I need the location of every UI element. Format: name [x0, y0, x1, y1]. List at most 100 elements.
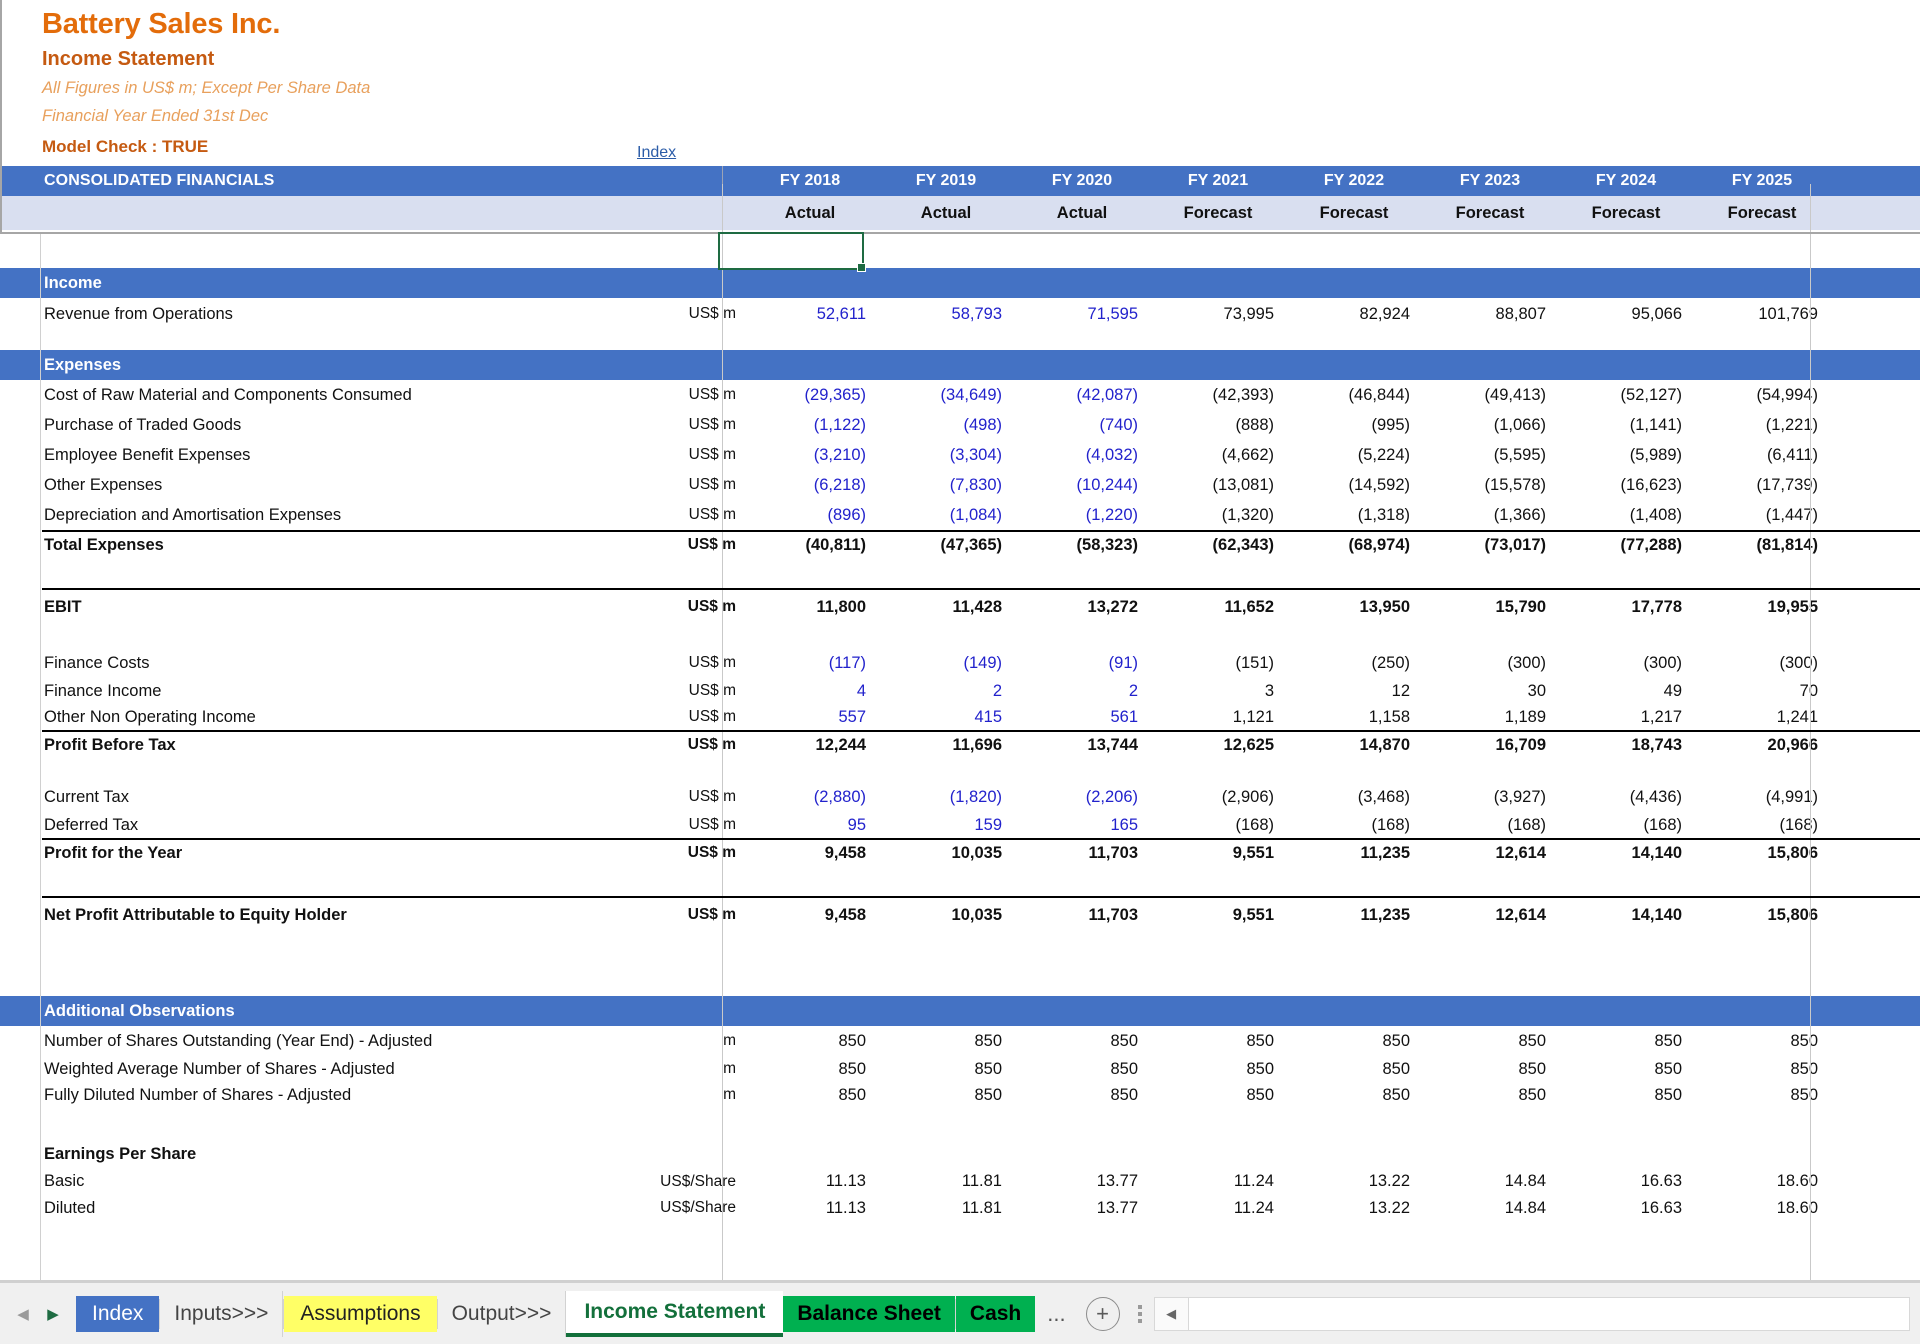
- cell[interactable]: (117): [742, 648, 878, 678]
- cell[interactable]: (5,224): [1286, 440, 1422, 470]
- row-net-profit-attributable[interactable]: Net Profit Attributable to Equity Holder…: [0, 896, 1920, 934]
- cell[interactable]: (58,323): [1014, 530, 1150, 560]
- cell[interactable]: (3,468): [1286, 782, 1422, 812]
- cell[interactable]: 18,743: [1558, 730, 1694, 760]
- cell[interactable]: 557: [742, 704, 878, 730]
- cell[interactable]: 850: [1558, 1082, 1694, 1108]
- cell[interactable]: (1,220): [1014, 500, 1150, 530]
- add-sheet-icon[interactable]: +: [1085, 1296, 1120, 1331]
- cell[interactable]: 82,924: [1286, 298, 1422, 330]
- cell[interactable]: 850: [1286, 1026, 1422, 1056]
- row-ebit[interactable]: EBIT US$ m 11,800 11,428 13,272 11,652 1…: [0, 588, 1920, 626]
- cell[interactable]: 13.77: [1014, 1195, 1150, 1221]
- cell[interactable]: 4: [742, 678, 878, 704]
- cell[interactable]: (888): [1150, 410, 1286, 440]
- cell[interactable]: (1,820): [878, 782, 1014, 812]
- cell[interactable]: 73,995: [1150, 298, 1286, 330]
- cell[interactable]: 11.81: [878, 1168, 1014, 1195]
- cell[interactable]: 850: [1286, 1082, 1422, 1108]
- cell[interactable]: (1,318): [1286, 500, 1422, 530]
- cell[interactable]: (168): [1558, 812, 1694, 838]
- cell[interactable]: (498): [878, 410, 1014, 440]
- cell[interactable]: 10,035: [878, 838, 1014, 868]
- row-purchase-of-traded-goods[interactable]: Purchase of Traded Goods US$ m (1,122) (…: [0, 410, 1920, 440]
- cell[interactable]: 2: [878, 678, 1014, 704]
- cell[interactable]: 3: [1150, 678, 1286, 704]
- cell[interactable]: (62,343): [1150, 530, 1286, 560]
- cell[interactable]: 11,800: [742, 588, 878, 626]
- cell[interactable]: (16,623): [1558, 470, 1694, 500]
- cell[interactable]: 14.84: [1422, 1168, 1558, 1195]
- cell[interactable]: (14,592): [1286, 470, 1422, 500]
- cell[interactable]: 11,235: [1286, 838, 1422, 868]
- cell[interactable]: (91): [1014, 648, 1150, 678]
- cell[interactable]: 15,790: [1422, 588, 1558, 626]
- cell[interactable]: (46,844): [1286, 380, 1422, 410]
- cell[interactable]: (29,365): [742, 380, 878, 410]
- cell[interactable]: 11.13: [742, 1195, 878, 1221]
- cell[interactable]: 1,121: [1150, 704, 1286, 730]
- cell[interactable]: (250): [1286, 648, 1422, 678]
- sheet-tab-index[interactable]: Index: [76, 1295, 160, 1332]
- cell[interactable]: 9,551: [1150, 896, 1286, 934]
- horizontal-scrollbar[interactable]: ◀: [1153, 1296, 1910, 1331]
- cell[interactable]: (3,304): [878, 440, 1014, 470]
- cell[interactable]: 850: [1150, 1056, 1286, 1082]
- cell[interactable]: 11,703: [1014, 838, 1150, 868]
- cell[interactable]: 1,158: [1286, 704, 1422, 730]
- cell[interactable]: 850: [1422, 1082, 1558, 1108]
- cell[interactable]: (52,127): [1558, 380, 1694, 410]
- cell[interactable]: 14,140: [1558, 838, 1694, 868]
- cell[interactable]: 11.24: [1150, 1168, 1286, 1195]
- cell[interactable]: 165: [1014, 812, 1150, 838]
- cell[interactable]: (3,210): [742, 440, 878, 470]
- cell[interactable]: 17,778: [1558, 588, 1694, 626]
- cell[interactable]: (1,066): [1422, 410, 1558, 440]
- cell[interactable]: (13,081): [1150, 470, 1286, 500]
- cell[interactable]: 850: [1558, 1026, 1694, 1056]
- cell[interactable]: 9,458: [742, 896, 878, 934]
- cell[interactable]: (1,141): [1558, 410, 1694, 440]
- cell[interactable]: (2,906): [1150, 782, 1286, 812]
- cell[interactable]: 850: [1014, 1026, 1150, 1056]
- cell[interactable]: 95: [742, 812, 878, 838]
- cell[interactable]: 13,950: [1286, 588, 1422, 626]
- cell[interactable]: (42,393): [1150, 380, 1286, 410]
- cell[interactable]: (5,989): [1558, 440, 1694, 470]
- cell[interactable]: (168): [1150, 812, 1286, 838]
- row-revenue-from-operations[interactable]: Revenue from Operations US$ m 52,611 58,…: [0, 298, 1920, 330]
- cell[interactable]: 9,458: [742, 838, 878, 868]
- cell[interactable]: (7,830): [878, 470, 1014, 500]
- cell[interactable]: 850: [1422, 1026, 1558, 1056]
- cell[interactable]: 12,614: [1422, 896, 1558, 934]
- cell[interactable]: 11.81: [878, 1195, 1014, 1221]
- row-profit-for-the-year[interactable]: Profit for the Year US$ m 9,458 10,035 1…: [0, 838, 1920, 868]
- sheet-tab-output[interactable]: Output>>>: [437, 1290, 567, 1337]
- row-finance-costs[interactable]: Finance Costs US$ m (117) (149) (91) (15…: [0, 648, 1920, 678]
- cell[interactable]: (1,408): [1558, 500, 1694, 530]
- cell[interactable]: (2,880): [742, 782, 878, 812]
- cell[interactable]: 2: [1014, 678, 1150, 704]
- cell[interactable]: (4,032): [1014, 440, 1150, 470]
- cell[interactable]: 16.63: [1558, 1168, 1694, 1195]
- cell[interactable]: (4,662): [1150, 440, 1286, 470]
- cell[interactable]: 850: [878, 1082, 1014, 1108]
- cell[interactable]: 11,652: [1150, 588, 1286, 626]
- cell[interactable]: (10,244): [1014, 470, 1150, 500]
- sheet-tab-income-statement[interactable]: Income Statement: [566, 1290, 784, 1337]
- cell[interactable]: 850: [1286, 1056, 1422, 1082]
- cell[interactable]: (15,578): [1422, 470, 1558, 500]
- scroll-track[interactable]: [1188, 1297, 1909, 1330]
- cell[interactable]: (5,595): [1422, 440, 1558, 470]
- cell[interactable]: 11.13: [742, 1168, 878, 1195]
- selected-cell-indicator[interactable]: [718, 232, 866, 272]
- cell[interactable]: 52,611: [742, 298, 878, 330]
- cell[interactable]: (4,436): [1558, 782, 1694, 812]
- cell[interactable]: 13,272: [1014, 588, 1150, 626]
- row-fully-diluted-shares[interactable]: Fully Diluted Number of Shares - Adjuste…: [0, 1082, 1920, 1108]
- cell[interactable]: 415: [878, 704, 1014, 730]
- cell[interactable]: 11,696: [878, 730, 1014, 760]
- cell[interactable]: (77,288): [1558, 530, 1694, 560]
- cell[interactable]: 9,551: [1150, 838, 1286, 868]
- cell[interactable]: 850: [1558, 1056, 1694, 1082]
